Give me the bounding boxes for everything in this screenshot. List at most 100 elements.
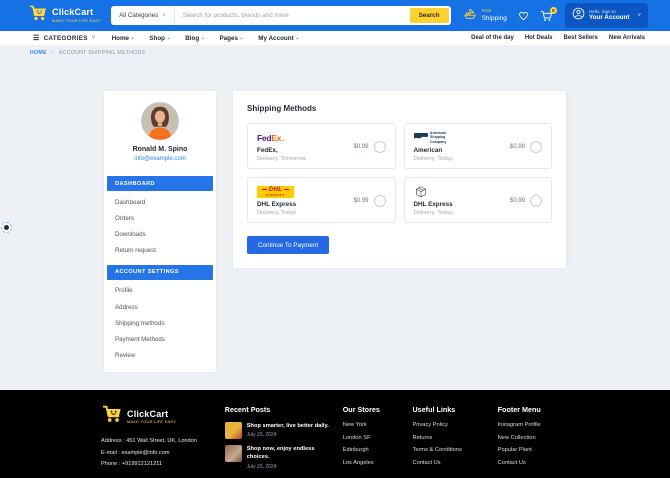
method-delivery: Delivery, Today xyxy=(413,156,453,162)
method-price: $0.99 xyxy=(509,197,525,204)
link-instagram-profile[interactable]: Instagram Profile xyxy=(498,422,569,428)
search-bar: All Categories ˅ Search xyxy=(111,6,451,25)
plus-icon: + xyxy=(295,35,299,42)
link-contact-us[interactable]: Contact Us xyxy=(412,460,487,466)
search-input[interactable] xyxy=(174,12,408,19)
nav-item-my-account[interactable]: My Account + xyxy=(258,35,299,42)
sidebar-section-dashboard: DASHBOARD xyxy=(107,176,213,191)
link-best-sellers[interactable]: Best Sellers xyxy=(564,35,598,41)
cart-button[interactable]: 0 xyxy=(540,6,557,22)
recent-post[interactable]: Shop smarter, live better daily. July 23… xyxy=(224,422,333,439)
deal-links: Deal of the day Hot Deals Best Sellers N… xyxy=(471,35,645,41)
post-thumbnail xyxy=(224,422,242,439)
sidebar-item-downloads[interactable]: Downloads xyxy=(104,226,216,242)
breadcrumb-current: ACCOUNT SHIPPING METHODS xyxy=(58,50,146,56)
sidebar-item-payment-methods[interactable]: Payment Methods xyxy=(104,331,216,347)
search-category-dropdown[interactable]: All Categories ˅ xyxy=(111,6,175,25)
store-link-new-york[interactable]: New York xyxy=(343,422,403,428)
plus-icon: + xyxy=(167,35,171,42)
sidebar-section-account-settings: ACCOUNT SETTINGS xyxy=(107,264,213,280)
brand-tagline: MAKE YOUR LIFE EASY xyxy=(127,419,177,425)
shipping-option-dhl[interactable]: DHL EXPRESS DHL Express Delivery, Today … xyxy=(247,177,396,223)
store-link-edinburgh[interactable]: Edinburgh xyxy=(343,447,403,453)
footer-phone[interactable]: Phone : +919912121211 xyxy=(101,461,215,467)
fedex-logo: Fed Ex. xyxy=(257,132,285,143)
footer-email[interactable]: E-mail : example@info.com xyxy=(101,450,215,456)
avatar xyxy=(141,102,179,140)
post-thumbnail xyxy=(224,445,242,462)
sidebar-item-return-request[interactable]: Return request xyxy=(104,243,216,259)
link-new-collection[interactable]: New Collection xyxy=(498,435,569,441)
brand-tagline: MAKE YOUR LIFE EASY xyxy=(52,17,102,23)
link-privacy-policy[interactable]: Privacy Policy xyxy=(412,422,487,428)
brand-name: ClickCart xyxy=(127,408,169,419)
chevron-down-icon: ˅ xyxy=(91,35,96,41)
floating-settings-widget[interactable] xyxy=(1,222,12,233)
account-label: Your Account xyxy=(588,14,630,22)
link-terms-conditions[interactable]: Terms & Conditions xyxy=(412,447,487,453)
nav-item-blog[interactable]: Blog + xyxy=(185,35,204,42)
user-email-link[interactable]: info@example.com xyxy=(110,156,210,162)
hamburger-icon: ☰ xyxy=(33,34,40,42)
store-link-london-sf[interactable]: London SF xyxy=(343,435,403,441)
user-icon xyxy=(572,7,585,25)
sidebar-item-shipping-methods[interactable]: Shipping methods xyxy=(104,315,216,331)
categories-menu-button[interactable]: ☰ CATEGORIES ˅ xyxy=(33,35,96,42)
shipping-option-fedex[interactable]: Fed Ex. FedEx, Delivery, Tomorrow $0.99 xyxy=(247,123,396,169)
breadcrumb: HOME › ACCOUNT SHIPPING METHODS xyxy=(0,45,670,56)
profile-summary: Ronald M. Spino info@example.com xyxy=(104,91,216,170)
continue-to-payment-button[interactable]: Continue To Payment xyxy=(247,236,330,254)
footer-address: Address : 451 Wall Street, UK, London xyxy=(101,438,197,444)
method-delivery: Delivery, Today xyxy=(413,210,453,216)
account-content: Ronald M. Spino info@example.com DASHBOA… xyxy=(104,91,566,372)
plus-icon: + xyxy=(240,35,244,42)
wishlist-heart-icon[interactable] xyxy=(518,11,529,21)
cart-logo-icon xyxy=(101,405,123,429)
recent-post[interactable]: Shop now, enjoy endless choices. July 23… xyxy=(224,445,333,470)
nav-item-shop[interactable]: Shop + xyxy=(149,35,170,42)
sidebar-item-profile[interactable]: Profile xyxy=(104,283,216,299)
method-name: DHL Express xyxy=(257,201,297,208)
link-hot-deals[interactable]: Hot Deals xyxy=(525,35,553,41)
our-stores-title: Our Stores xyxy=(342,405,380,414)
footer-logo[interactable]: ClickCart MAKE YOUR LIFE EASY xyxy=(101,405,215,429)
cart-logo-icon xyxy=(28,5,48,27)
search-button[interactable]: Search xyxy=(409,8,449,23)
account-button[interactable]: Hello, Sign In Your Account ˅ xyxy=(564,3,648,28)
nav-item-pages[interactable]: Pages + xyxy=(219,35,243,42)
footer-contact-column: ClickCart MAKE YOUR LIFE EASY Address : … xyxy=(101,405,215,476)
shipping-methods-panel: Shipping Methods Fed Ex. FedEx, Delivery,… xyxy=(233,91,566,268)
radio-american[interactable] xyxy=(530,140,542,153)
link-contact-us[interactable]: Contact Us xyxy=(498,460,569,466)
sidebar-item-review[interactable]: Review xyxy=(104,348,216,364)
dot-icon xyxy=(4,225,9,230)
free-shipping-badge[interactable]: Free Shipping xyxy=(463,7,507,25)
radio-fedex[interactable] xyxy=(373,140,386,153)
nav-links: Home + Shop + Blog + Pages + My Account + xyxy=(112,35,299,42)
store-link-los-angeles[interactable]: Los Angeles xyxy=(343,460,403,466)
footer-menu-title: Footer Menu xyxy=(497,405,541,414)
link-returns[interactable]: Returns xyxy=(412,435,487,441)
radio-dhl-express[interactable] xyxy=(530,194,542,207)
link-new-arrivals[interactable]: New Arrivals xyxy=(609,35,645,41)
method-name: American xyxy=(413,147,443,154)
chevron-down-icon: ˅ xyxy=(162,12,166,19)
shipping-methods-grid: FedEx. FedEx, Delivery, Tomorrow $0.99 xyxy=(247,123,552,223)
breadcrumb-home-link[interactable]: HOME xyxy=(30,50,47,56)
shipping-option-dhl-express[interactable]: DHL Express Delivery, Today $0.99 xyxy=(403,177,552,223)
footer-stores-column: Our Stores New York London SF Edinburgh … xyxy=(343,405,403,476)
radio-dhl[interactable] xyxy=(373,194,386,207)
link-popular-plant[interactable]: Popular Plant xyxy=(498,447,569,453)
sidebar-item-dashboard[interactable]: Dashboard xyxy=(104,194,216,210)
sidebar-item-address[interactable]: Address xyxy=(104,299,216,315)
footer-useful-links-column: Useful Links Privacy Policy Returns Term… xyxy=(412,405,487,476)
shipping-option-american[interactable]: American Shipping Company American Deliv… xyxy=(403,123,552,169)
link-deal-of-the-day[interactable]: Deal of the day xyxy=(471,35,514,41)
page-title: Shipping Methods xyxy=(247,104,317,113)
site-logo[interactable]: ClickCart MAKE YOUR LIFE EASY xyxy=(28,5,101,27)
nav-item-home[interactable]: Home + xyxy=(112,35,135,42)
dhl-logo: DHL EXPRESS xyxy=(257,185,296,198)
sidebar-item-orders[interactable]: Orders xyxy=(104,210,216,226)
method-price: $0.99 xyxy=(353,197,369,204)
footer: ClickCart MAKE YOUR LIFE EASY Address : … xyxy=(0,390,670,478)
